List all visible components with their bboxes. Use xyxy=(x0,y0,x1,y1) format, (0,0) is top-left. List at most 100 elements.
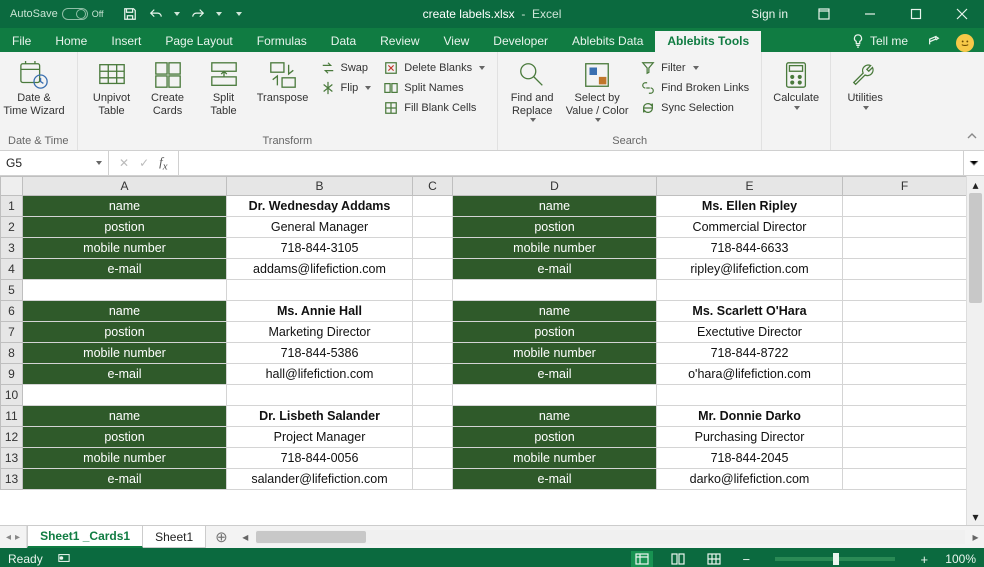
zoom-in-button[interactable]: + xyxy=(917,552,931,567)
tab-formulas[interactable]: Formulas xyxy=(245,31,319,52)
create-cards-button[interactable]: Create Cards xyxy=(142,56,194,117)
view-page-layout-icon[interactable] xyxy=(667,551,689,567)
horizontal-scrollbar[interactable]: ◂ ▸ xyxy=(237,526,984,548)
tab-data[interactable]: Data xyxy=(319,31,368,52)
cell[interactable]: Dr. Wednesday Addams xyxy=(227,196,413,217)
formula-input[interactable] xyxy=(179,151,963,175)
cell[interactable]: 718-844-6633 xyxy=(657,238,843,259)
cell[interactable] xyxy=(657,385,843,406)
qat-customize-icon[interactable] xyxy=(236,12,242,16)
cell[interactable] xyxy=(413,238,453,259)
cell[interactable] xyxy=(843,217,967,238)
tab-developer[interactable]: Developer xyxy=(481,31,560,52)
split-names-button[interactable]: Split Names xyxy=(379,79,489,97)
tab-file[interactable]: File xyxy=(0,31,43,52)
cell[interactable]: e-mail xyxy=(453,469,657,490)
cell[interactable] xyxy=(843,322,967,343)
cell[interactable]: Ms. Ellen Ripley xyxy=(657,196,843,217)
find-broken-links-button[interactable]: Find Broken Links xyxy=(636,79,753,97)
scroll-right-icon[interactable]: ▸ xyxy=(967,529,984,546)
cell[interactable] xyxy=(657,280,843,301)
date-time-wizard-button[interactable]: Date & Time Wizard xyxy=(8,56,60,117)
cell[interactable]: 718-844-5386 xyxy=(227,343,413,364)
name-box[interactable]: G5 xyxy=(0,151,109,175)
undo-button[interactable] xyxy=(148,6,164,22)
cell[interactable] xyxy=(413,196,453,217)
row-header[interactable]: 13 xyxy=(1,448,23,469)
sheet-nav[interactable]: ◂▸ xyxy=(0,526,27,548)
close-button[interactable] xyxy=(940,0,984,28)
cell[interactable] xyxy=(413,280,453,301)
row-header[interactable]: 11 xyxy=(1,406,23,427)
redo-button[interactable] xyxy=(190,6,206,22)
row-header[interactable]: 3 xyxy=(1,238,23,259)
save-icon[interactable] xyxy=(122,6,138,22)
cell[interactable]: 718-844-2045 xyxy=(657,448,843,469)
cell[interactable]: Ms. Annie Hall xyxy=(227,301,413,322)
cell[interactable]: mobile number xyxy=(23,448,227,469)
cell[interactable]: postion xyxy=(453,322,657,343)
cell[interactable] xyxy=(413,406,453,427)
row-header[interactable]: 9 xyxy=(1,364,23,385)
unpivot-table-button[interactable]: Unpivot Table xyxy=(86,56,138,117)
tab-ablebits-data[interactable]: Ablebits Data xyxy=(560,31,655,52)
col-header[interactable]: F xyxy=(843,177,967,196)
zoom-level[interactable]: 100% xyxy=(945,552,976,566)
row-header[interactable]: 2 xyxy=(1,217,23,238)
minimize-button[interactable] xyxy=(848,0,892,28)
sign-in-button[interactable]: Sign in xyxy=(739,7,800,21)
col-header[interactable]: D xyxy=(453,177,657,196)
cell[interactable]: General Manager xyxy=(227,217,413,238)
cell[interactable] xyxy=(843,259,967,280)
cell[interactable]: name xyxy=(23,301,227,322)
row-header[interactable]: 12 xyxy=(1,427,23,448)
row-header[interactable]: 4 xyxy=(1,259,23,280)
tell-me-button[interactable]: Tell me xyxy=(841,30,918,52)
view-normal-icon[interactable] xyxy=(631,551,653,567)
cell[interactable] xyxy=(413,217,453,238)
split-table-button[interactable]: Split Table xyxy=(198,56,250,117)
cell[interactable] xyxy=(413,364,453,385)
col-header[interactable]: C xyxy=(413,177,453,196)
tab-insert[interactable]: Insert xyxy=(99,31,153,52)
cell[interactable]: salander@lifefiction.com xyxy=(227,469,413,490)
tab-page-layout[interactable]: Page Layout xyxy=(153,31,244,52)
cell[interactable]: 718-844-0056 xyxy=(227,448,413,469)
fill-blank-cells-button[interactable]: Fill Blank Cells xyxy=(379,99,489,117)
row-header[interactable]: 1 xyxy=(1,196,23,217)
swap-button[interactable]: Swap xyxy=(316,59,376,77)
cell[interactable]: addams@lifefiction.com xyxy=(227,259,413,280)
cell[interactable] xyxy=(227,280,413,301)
cell[interactable]: postion xyxy=(23,217,227,238)
cell[interactable]: name xyxy=(453,406,657,427)
cell[interactable]: e-mail xyxy=(23,259,227,280)
tab-review[interactable]: Review xyxy=(368,31,431,52)
redo-dropdown-icon[interactable] xyxy=(216,12,222,16)
filter-button[interactable]: Filter xyxy=(636,59,753,77)
cell[interactable]: Purchasing Director xyxy=(657,427,843,448)
vertical-scrollbar[interactable]: ▴ ▾ xyxy=(966,176,984,525)
row-header[interactable]: 8 xyxy=(1,343,23,364)
cell[interactable]: mobile number xyxy=(23,238,227,259)
macro-record-icon[interactable] xyxy=(57,552,71,567)
ribbon-display-options-icon[interactable] xyxy=(802,0,846,28)
row-header[interactable]: 6 xyxy=(1,301,23,322)
cell[interactable]: mobile number xyxy=(23,343,227,364)
cell[interactable] xyxy=(413,301,453,322)
expand-formula-bar-icon[interactable] xyxy=(963,151,984,175)
cell[interactable]: name xyxy=(453,301,657,322)
cell[interactable] xyxy=(227,385,413,406)
cell[interactable] xyxy=(413,343,453,364)
cell[interactable]: name xyxy=(23,196,227,217)
cell[interactable]: Ms. Scarlett O'Hara xyxy=(657,301,843,322)
cell[interactable] xyxy=(843,469,967,490)
cell[interactable]: 718-844-3105 xyxy=(227,238,413,259)
cell[interactable] xyxy=(843,196,967,217)
zoom-out-button[interactable]: − xyxy=(739,552,753,567)
cell[interactable] xyxy=(413,469,453,490)
cell[interactable]: mobile number xyxy=(453,343,657,364)
col-header[interactable]: A xyxy=(23,177,227,196)
cell[interactable] xyxy=(843,364,967,385)
fx-icon[interactable]: fx xyxy=(159,154,167,173)
cell[interactable] xyxy=(23,280,227,301)
